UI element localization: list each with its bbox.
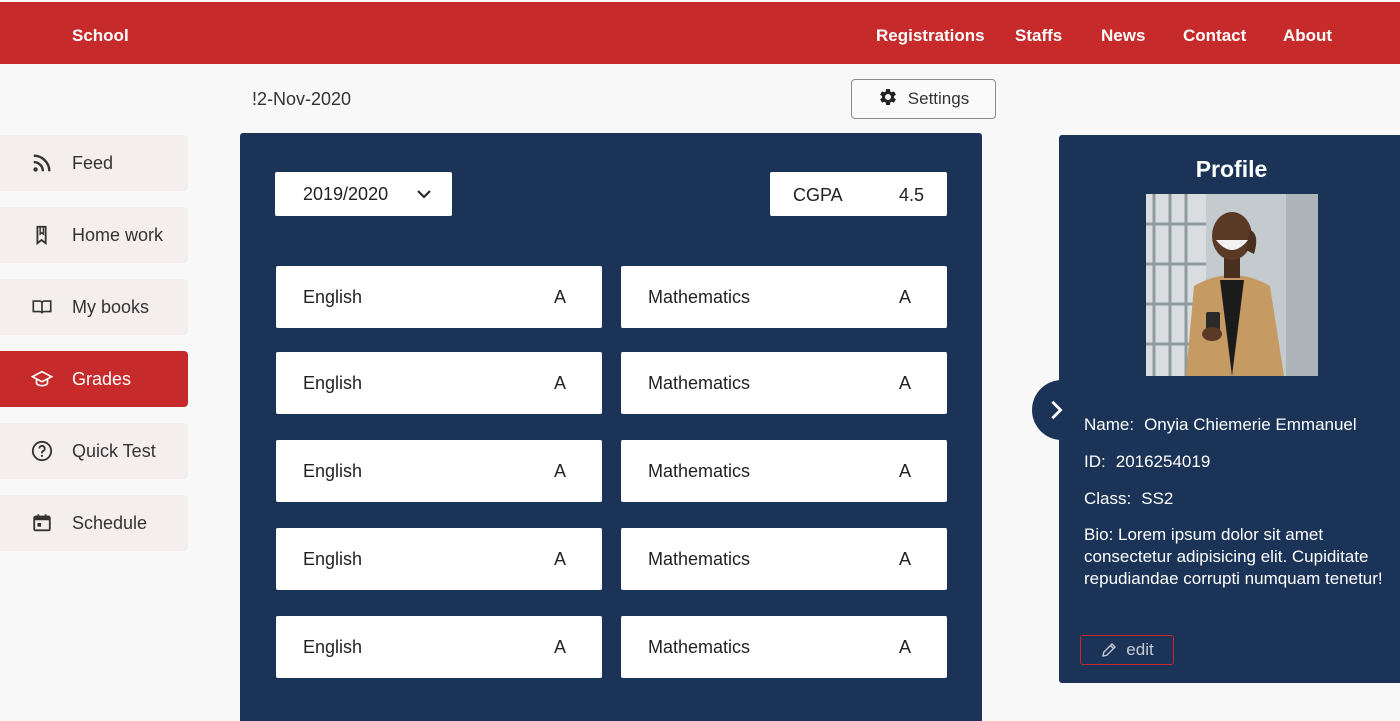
grade-card[interactable]: English A — [276, 266, 602, 328]
sidebar-item-grades[interactable]: Grades — [0, 351, 188, 407]
grade-card[interactable]: Mathematics A — [621, 266, 947, 328]
rss-icon — [30, 151, 54, 175]
name-label: Name: — [1084, 415, 1135, 434]
grade-value: A — [899, 373, 912, 393]
sidebar-item-label: Feed — [72, 152, 114, 173]
name-value: Onyia Chiemerie Emmanuel — [1144, 415, 1357, 434]
grade-subject: English — [303, 637, 363, 657]
grade-subject: Mathematics — [648, 637, 751, 657]
cgpa-label: CGPA — [793, 185, 843, 205]
grade-card[interactable]: English A — [276, 528, 602, 590]
brand-logo[interactable]: School — [72, 26, 129, 46]
question-circle-icon — [30, 439, 54, 463]
sidebar-item-my-books[interactable]: My books — [0, 279, 188, 335]
nav-staffs[interactable]: Staffs — [1015, 26, 1062, 46]
sidebar-item-schedule[interactable]: Schedule — [0, 495, 188, 551]
grade-subject: English — [303, 461, 363, 481]
sidebar-item-home-work[interactable]: Home work — [0, 207, 188, 263]
chevron-right-icon — [1051, 400, 1063, 420]
settings-label: Settings — [907, 89, 970, 108]
sidebar-item-label: Schedule — [72, 512, 148, 533]
sidebar-item-label: Home work — [72, 224, 164, 245]
class-value: SS2 — [1141, 489, 1174, 508]
sidebar-item-label: Quick Test — [72, 440, 156, 461]
bookmark-icon — [30, 223, 54, 247]
grade-card[interactable]: English A — [276, 352, 602, 414]
grade-card[interactable]: Mathematics A — [621, 440, 947, 502]
id-value: 2016254019 — [1115, 452, 1211, 471]
grade-subject: Mathematics — [648, 287, 751, 307]
avatar — [1146, 194, 1318, 376]
grade-subject: Mathematics — [648, 373, 751, 393]
grade-value: A — [554, 287, 567, 307]
sidebar-item-feed[interactable]: Feed — [0, 135, 188, 191]
grade-card[interactable]: Mathematics A — [621, 616, 947, 678]
grades-panel: 2019/2020 CGPA 4.5 English A Mathematics… — [240, 133, 982, 721]
grade-value: A — [899, 637, 912, 657]
grade-value: A — [554, 637, 567, 657]
nav-news[interactable]: News — [1101, 26, 1145, 46]
gear-icon — [878, 87, 898, 112]
grade-value: A — [899, 549, 912, 569]
chevron-down-icon — [417, 190, 431, 199]
grade-value: A — [554, 461, 567, 481]
settings-button[interactable]: Settings — [851, 79, 996, 119]
grade-subject: Mathematics — [648, 549, 751, 569]
sidebar-item-label: Grades — [72, 368, 132, 389]
session-value: 2019/2020 — [303, 183, 389, 204]
class-label: Class: — [1084, 489, 1132, 508]
sidebar-item-label: My books — [72, 296, 150, 317]
open-book-icon — [30, 295, 54, 319]
pencil-icon — [1102, 643, 1117, 657]
grade-subject: English — [303, 287, 363, 307]
grade-value: A — [554, 549, 567, 569]
nav-registrations[interactable]: Registrations — [876, 26, 985, 46]
cgpa-value: 4.5 — [898, 185, 924, 205]
grade-subject: English — [303, 373, 363, 393]
grade-card[interactable]: Mathematics A — [621, 528, 947, 590]
grade-card[interactable]: Mathematics A — [621, 352, 947, 414]
edit-button[interactable]: edit — [1080, 635, 1174, 665]
session-select[interactable]: 2019/2020 — [275, 172, 452, 216]
edit-label: edit — [1126, 640, 1154, 659]
collapse-toggle[interactable] — [1032, 380, 1076, 440]
current-date: !2-Nov-2020 — [252, 89, 352, 109]
grade-card[interactable]: English A — [276, 440, 602, 502]
nav-about[interactable]: About — [1283, 26, 1332, 46]
profile-bio: Bio: Lorem ipsum dolor sit amet consecte… — [1084, 525, 1383, 588]
profile-class: Class: SS2 — [1084, 489, 1173, 509]
grade-value: A — [554, 373, 567, 393]
profile-name: Name: Onyia Chiemerie Emmanuel — [1084, 415, 1357, 435]
id-label: ID: — [1084, 452, 1106, 471]
sidebar-item-quick-test[interactable]: Quick Test — [0, 423, 188, 479]
cgpa-box: CGPA 4.5 — [770, 172, 947, 216]
graduation-cap-icon — [30, 367, 54, 391]
calendar-icon — [30, 511, 54, 535]
grade-subject: Mathematics — [648, 461, 751, 481]
grade-subject: English — [303, 549, 363, 569]
profile-id: ID: 2016254019 — [1084, 452, 1210, 472]
top-nav-bar: School Registrations Staffs News Contact… — [0, 2, 1400, 64]
nav-contact[interactable]: Contact — [1183, 26, 1246, 46]
profile-panel: Profile Name: Onyia Chiemerie Emmanuel ID… — [1032, 135, 1400, 683]
grade-value: A — [899, 461, 912, 481]
grade-value: A — [899, 287, 912, 307]
grade-card[interactable]: English A — [276, 616, 602, 678]
profile-title: Profile — [1195, 156, 1268, 182]
